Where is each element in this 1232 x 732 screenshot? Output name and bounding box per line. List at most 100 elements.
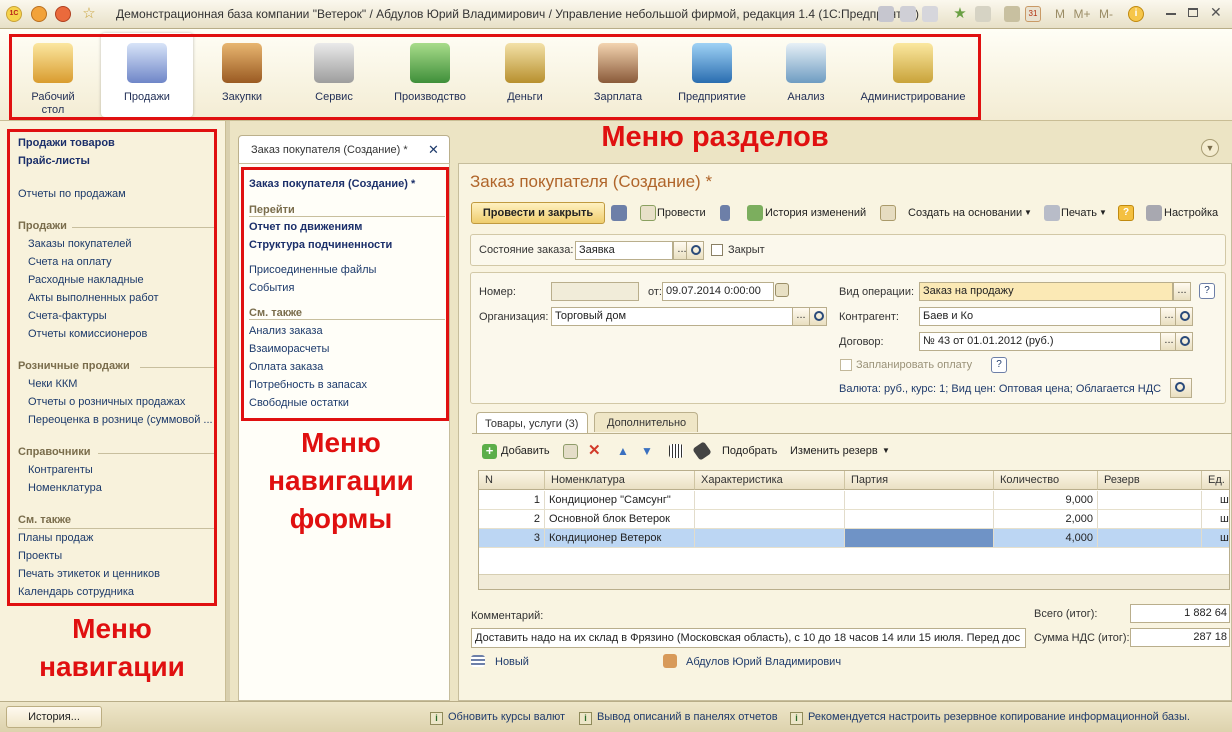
currency-info[interactable]: Валюта: руб., курс: 1; Вид цен: Оптовая … [839, 383, 1161, 395]
table-row[interactable]: 2 Основной блок Ветерок 2,000 шт [479, 510, 1229, 529]
form-nav-link-free-balances[interactable]: Свободные остатки [249, 397, 349, 409]
create-based-on-button[interactable]: Создать на основании [908, 203, 1022, 223]
section-production[interactable]: Производство [384, 33, 476, 117]
app-logo-icon[interactable]: 1С [6, 6, 22, 22]
nav-link-receipts[interactable]: Чеки ККМ [28, 378, 77, 390]
move-up-icon[interactable]: ▲ [617, 441, 629, 461]
help-icon[interactable]: ? [1118, 205, 1134, 221]
organization-choose-button[interactable]: ... [792, 307, 810, 326]
expand-panel-icon[interactable]: ▼ [1201, 139, 1219, 157]
tab-customer-order[interactable]: Заказ покупателя (Создание) * ✕ [238, 135, 450, 164]
tab-goods-services[interactable]: Товары, услуги (3) [476, 412, 588, 434]
nav-link-projects[interactable]: Проекты [18, 550, 62, 562]
preview-icon[interactable] [922, 6, 938, 22]
settings-button[interactable]: Настройка [1164, 203, 1218, 223]
document-icon[interactable] [880, 205, 896, 221]
column-header-reserve[interactable]: Резерв [1098, 471, 1202, 490]
organization-field[interactable]: Торговый дом [551, 307, 793, 326]
nav-link-retail-revaluation[interactable]: Переоценка в рознице (суммовой ... [28, 414, 213, 426]
date-field[interactable]: 09.07.2014 0:00:00 [662, 282, 774, 301]
column-header-nomenclature[interactable]: Номенклатура [545, 471, 695, 490]
maximize-button[interactable] [1188, 8, 1198, 17]
comment-field[interactable]: Доставить надо на их склад в Фрязино (Мо… [471, 628, 1026, 648]
contract-search-icon[interactable] [1175, 332, 1193, 351]
copy-row-icon[interactable] [563, 444, 578, 459]
nav-link-price-lists[interactable]: Прайс-листы [18, 155, 90, 167]
section-purchases[interactable]: Закупки [200, 33, 284, 117]
add-icon[interactable]: + [482, 444, 497, 459]
print-icon[interactable] [900, 6, 916, 22]
status-message-descriptions[interactable]: Вывод описаний в панелях отчетов [579, 711, 778, 725]
change-reserve-button[interactable]: Изменить резерв [790, 441, 878, 461]
status-message-currency[interactable]: Обновить курсы валют [430, 711, 565, 725]
tab-additional[interactable]: Дополнительно [594, 412, 698, 432]
currency-search-button[interactable] [1170, 378, 1192, 398]
operation-type-choose-button[interactable]: ... [1173, 282, 1191, 301]
section-service[interactable]: Сервис [292, 33, 376, 117]
section-analysis[interactable]: Анализ [766, 33, 846, 117]
delete-row-icon[interactable]: ✕ [588, 441, 601, 461]
organization-search-icon[interactable] [809, 307, 827, 326]
history-changes-icon[interactable] [747, 205, 763, 221]
number-field[interactable] [551, 282, 639, 301]
minimize-button[interactable] [1166, 13, 1176, 15]
operation-type-field[interactable]: Заказ на продажу [919, 282, 1173, 301]
nav-link-sales-reports[interactable]: Отчеты по продажам [18, 188, 126, 200]
add-row-button[interactable]: Добавить [501, 441, 550, 461]
main-menu-icon[interactable] [31, 6, 47, 22]
history-button[interactable]: История... [6, 706, 102, 728]
form-nav-link-subordination[interactable]: Структура подчиненности [249, 239, 392, 251]
operation-type-help-icon[interactable]: ? [1199, 283, 1215, 299]
section-money[interactable]: Деньги [484, 33, 566, 117]
printer-icon[interactable] [1044, 205, 1060, 221]
plan-payment-checkbox[interactable] [840, 359, 852, 371]
barcode-icon[interactable] [669, 444, 683, 458]
form-nav-link-order-payment[interactable]: Оплата заказа [249, 361, 323, 373]
status-message-backup[interactable]: Рекомендуется настроить резервное копиро… [790, 711, 1190, 725]
change-reserve-chevron-icon[interactable]: ▼ [882, 441, 890, 461]
print-button[interactable]: Печать [1061, 203, 1097, 223]
list-icon[interactable] [720, 205, 730, 221]
close-tab-icon[interactable]: ✕ [428, 142, 439, 158]
record-icon[interactable] [55, 6, 71, 22]
star-add-icon[interactable]: ★ [952, 6, 968, 22]
nav-link-employee-calendar[interactable]: Календарь сотрудника [18, 586, 134, 598]
form-nav-link-stock-needs[interactable]: Потребность в запасах [249, 379, 367, 391]
section-salary[interactable]: Зарплата [576, 33, 660, 117]
table-row-selected[interactable]: 3 Кондиционер Ветерок 4,000 шт [479, 529, 1229, 548]
history-icon[interactable] [975, 6, 991, 22]
form-nav-link-events[interactable]: События [249, 282, 294, 294]
calendar-icon[interactable] [775, 283, 789, 297]
calculator-icon[interactable] [1004, 6, 1020, 22]
closed-checkbox[interactable] [711, 244, 723, 256]
column-header-quantity[interactable]: Количество [994, 471, 1098, 490]
info-icon[interactable]: i [1128, 6, 1144, 22]
pick-button[interactable]: Подобрать [722, 441, 777, 461]
nav-link-tax-invoices[interactable]: Счета-фактуры [28, 310, 107, 322]
state-field[interactable]: Заявка [575, 241, 673, 260]
save-icon[interactable] [611, 205, 627, 221]
create-based-chevron-icon[interactable]: ▼ [1024, 203, 1032, 223]
nav-link-commission-reports[interactable]: Отчеты комиссионеров [28, 328, 147, 340]
nav-link-invoices[interactable]: Счета на оплату [28, 256, 112, 268]
form-nav-link-attached-files[interactable]: Присоединенные файлы [249, 264, 376, 276]
section-administration[interactable]: Администрирование [854, 33, 972, 117]
table-row[interactable]: 1 Кондиционер "Самсунг" 9,000 шт [479, 491, 1229, 510]
horizontal-scrollbar[interactable] [479, 574, 1229, 589]
post-and-close-button[interactable]: Провести и закрыть [471, 202, 605, 224]
form-nav-link-settlements[interactable]: Взаиморасчеты [249, 343, 329, 355]
section-desktop[interactable]: Рабочий стол [18, 33, 88, 117]
save-icon[interactable] [878, 6, 894, 22]
nav-link-label-printing[interactable]: Печать этикеток и ценников [18, 568, 160, 580]
column-header-characteristic[interactable]: Характеристика [695, 471, 845, 490]
close-window-button[interactable]: ✕ [1210, 4, 1222, 21]
section-enterprise[interactable]: Предприятие [668, 33, 756, 117]
form-nav-link-order-analysis[interactable]: Анализ заказа [249, 325, 323, 337]
column-header-unit[interactable]: Ед. [1202, 471, 1229, 490]
memory-plus-button[interactable]: M+ [1072, 4, 1092, 24]
counterparty-field[interactable]: Баев и Ко [919, 307, 1161, 326]
document-status[interactable]: Новый [495, 656, 529, 668]
nav-link-shipping-docs[interactable]: Расходные накладные [28, 274, 144, 286]
favorites-icon[interactable]: ☆ [81, 6, 97, 22]
calendar-icon[interactable]: 31 [1025, 6, 1041, 22]
